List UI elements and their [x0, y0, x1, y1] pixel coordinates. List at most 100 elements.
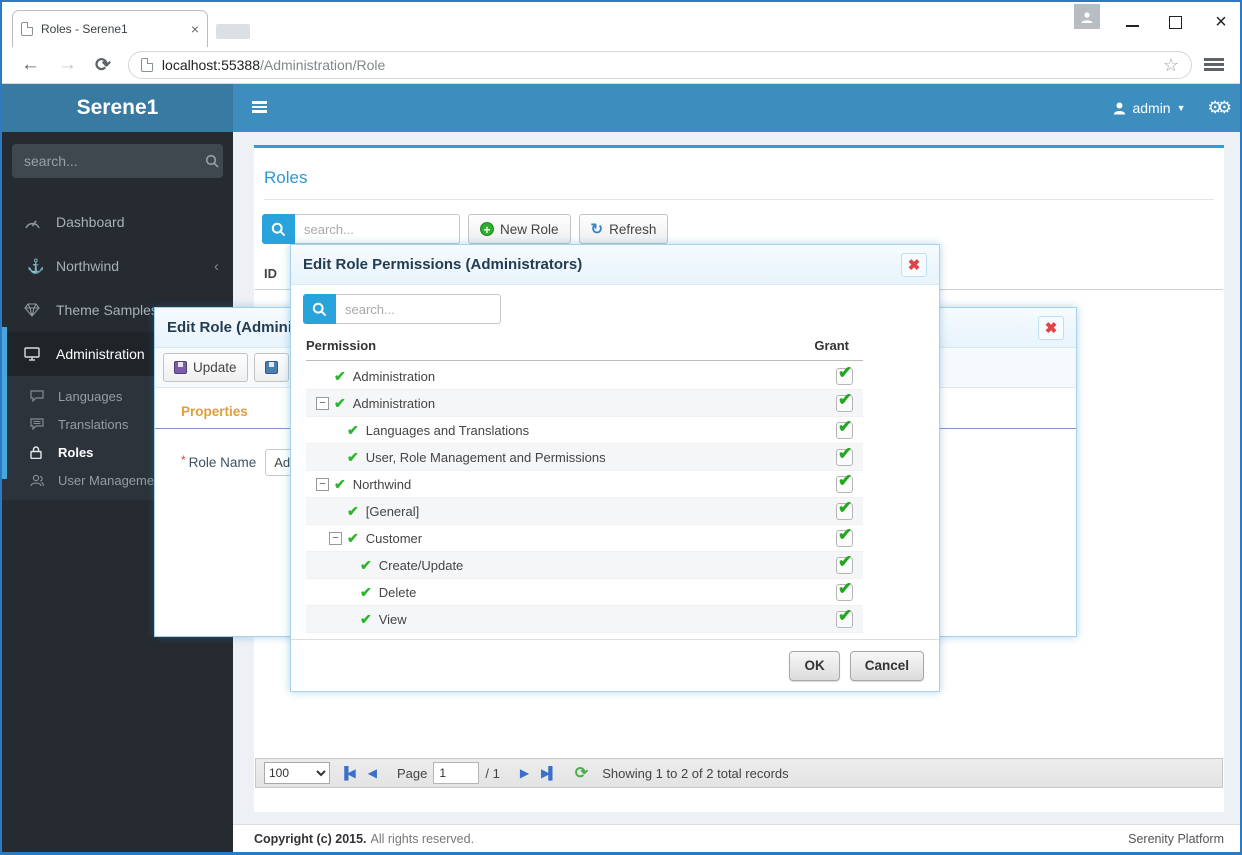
grant-checkbox[interactable]: [836, 530, 853, 547]
lock-icon: [30, 446, 50, 459]
check-icon: ✔: [360, 611, 372, 628]
sidebar-toggle-icon[interactable]: [252, 101, 267, 113]
url-field[interactable]: localhost:55388/Administration/Role ☆: [128, 51, 1192, 79]
brand-logo[interactable]: Serene1: [2, 84, 233, 132]
sidebar-item-label: Languages: [58, 389, 122, 404]
dashboard-icon: [24, 215, 48, 230]
window-close-button[interactable]: ×: [1212, 13, 1230, 31]
apply-changes-button[interactable]: [254, 353, 289, 382]
sidebar-item-label: User Management: [58, 473, 165, 488]
permission-row[interactable]: − ✔ Northwind: [306, 471, 863, 498]
tree-collapse-icon[interactable]: −: [316, 478, 329, 491]
grant-checkbox[interactable]: [836, 584, 853, 601]
page-title: Roles: [264, 168, 1224, 188]
permission-row[interactable]: − ✔ Administration: [306, 390, 863, 417]
grant-checkbox[interactable]: [836, 557, 853, 574]
tab-properties[interactable]: Properties: [181, 404, 248, 428]
permissions-search-input[interactable]: [336, 294, 501, 324]
page-number-input[interactable]: [433, 762, 479, 784]
roles-search-input[interactable]: [295, 214, 460, 244]
new-tab-button[interactable]: [216, 24, 250, 39]
check-icon: ✔: [347, 530, 359, 547]
forward-icon[interactable]: →: [58, 54, 77, 76]
user-menu[interactable]: admin ▼: [1113, 100, 1185, 116]
bookmark-star-icon[interactable]: ☆: [1163, 55, 1179, 76]
browser-window: Roles - Serene1 × × ← → ⟳ localhost:5538…: [0, 0, 1242, 855]
permission-row[interactable]: − ✔ Administration: [306, 363, 863, 390]
search-icon: [205, 154, 219, 168]
grant-checkbox[interactable]: [836, 611, 853, 628]
permission-label: Administration: [353, 369, 435, 384]
sidebar-search-input[interactable]: [24, 153, 205, 169]
window-maximize-button[interactable]: [1169, 16, 1182, 29]
search-button[interactable]: [262, 214, 295, 244]
tab-close-icon[interactable]: ×: [191, 21, 199, 37]
check-icon: ✔: [360, 557, 372, 574]
permission-column-header[interactable]: Permission: [306, 338, 376, 353]
url-page-icon: [141, 58, 153, 72]
sidebar-item-label: Northwind: [56, 258, 119, 274]
grant-checkbox[interactable]: [836, 422, 853, 439]
sidebar-item-dashboard[interactable]: Dashboard: [2, 200, 233, 244]
new-role-button[interactable]: + New Role: [468, 214, 571, 244]
permission-row[interactable]: − ✔ User, Role Management and Permission…: [306, 444, 863, 471]
permissions-close-icon[interactable]: ✖: [901, 253, 927, 277]
check-icon: ✔: [334, 476, 346, 493]
refresh-icon: ↻: [591, 220, 604, 238]
permissions-dialog-titlebar[interactable]: Edit Role Permissions (Administrators) ✖: [291, 245, 939, 285]
permission-row[interactable]: − ✔ Customer: [306, 525, 863, 552]
browser-urlbar: ← → ⟳ localhost:55388/Administration/Rol…: [2, 47, 1240, 84]
copyright-text: Copyright (c) 2015.: [254, 832, 367, 846]
user-icon: [1113, 101, 1126, 115]
reload-icon[interactable]: ⟳: [95, 54, 111, 77]
next-page-icon[interactable]: ▶: [520, 766, 527, 780]
window-minimize-button[interactable]: [1126, 17, 1139, 27]
browser-profile-icon[interactable]: [1074, 4, 1100, 29]
grant-checkbox[interactable]: [836, 449, 853, 466]
grant-checkbox[interactable]: [836, 476, 853, 493]
refresh-button[interactable]: ↻ Refresh: [579, 214, 669, 244]
grant-checkbox[interactable]: [836, 368, 853, 385]
pagination-bar: 100 ▐◀ ◀ Page / 1 ▶ ▶▌ ⟳ Showing 1 to 2 …: [255, 758, 1223, 788]
grant-checkbox[interactable]: [836, 395, 853, 412]
sidebar-item-label: Theme Samples: [56, 302, 158, 318]
permission-label: Administration: [353, 396, 435, 411]
url-text: localhost:55388/Administration/Role: [162, 57, 385, 73]
permission-row[interactable]: − ✔ [General]: [306, 498, 863, 525]
check-icon: ✔: [347, 422, 359, 439]
grid-refresh-icon[interactable]: ⟳: [575, 763, 588, 783]
permission-row[interactable]: − ✔ View: [306, 606, 863, 633]
tree-collapse-icon[interactable]: −: [329, 532, 342, 545]
sidebar-item-label: Dashboard: [56, 214, 125, 230]
caret-down-icon: ▼: [1177, 103, 1186, 113]
grant-column-header[interactable]: Grant: [814, 338, 849, 353]
page-icon: [21, 22, 33, 36]
tree-collapse-icon[interactable]: −: [316, 397, 329, 410]
permission-row[interactable]: − ✔ Languages and Translations: [306, 417, 863, 444]
prev-page-icon[interactable]: ◀: [368, 766, 375, 780]
browser-tab[interactable]: Roles - Serene1 ×: [12, 10, 208, 47]
page-label: Page: [397, 766, 427, 781]
ok-button[interactable]: OK: [789, 651, 839, 681]
check-icon: ✔: [334, 395, 346, 412]
roles-toolbar: + New Role ↻ Refresh: [262, 214, 1224, 244]
permissions-search-button[interactable]: [303, 294, 336, 324]
edit-role-close-icon[interactable]: ✖: [1038, 316, 1064, 340]
page-total: / 1: [485, 766, 499, 781]
grant-checkbox[interactable]: [836, 503, 853, 520]
back-icon[interactable]: ←: [21, 54, 40, 76]
first-page-icon[interactable]: ▐◀: [340, 766, 354, 780]
permissions-dialog-title: Edit Role Permissions (Administrators): [303, 256, 582, 273]
sidebar-item-northwind[interactable]: ⚓ Northwind ‹: [2, 244, 233, 288]
page-size-select[interactable]: 100: [264, 762, 330, 784]
sidebar-search[interactable]: [12, 144, 223, 178]
settings-gears-icon[interactable]: ⚙⚙: [1208, 98, 1226, 118]
permission-row[interactable]: − ✔ Delete: [306, 579, 863, 606]
permission-row[interactable]: − ✔ Create/Update: [306, 552, 863, 579]
browser-menu-icon[interactable]: [1204, 58, 1224, 72]
cancel-button[interactable]: Cancel: [850, 651, 924, 681]
monitor-icon: [24, 347, 48, 361]
last-page-icon[interactable]: ▶▌: [541, 766, 555, 780]
update-button[interactable]: Update: [163, 353, 248, 382]
sidebar-item-label: Translations: [58, 417, 128, 432]
